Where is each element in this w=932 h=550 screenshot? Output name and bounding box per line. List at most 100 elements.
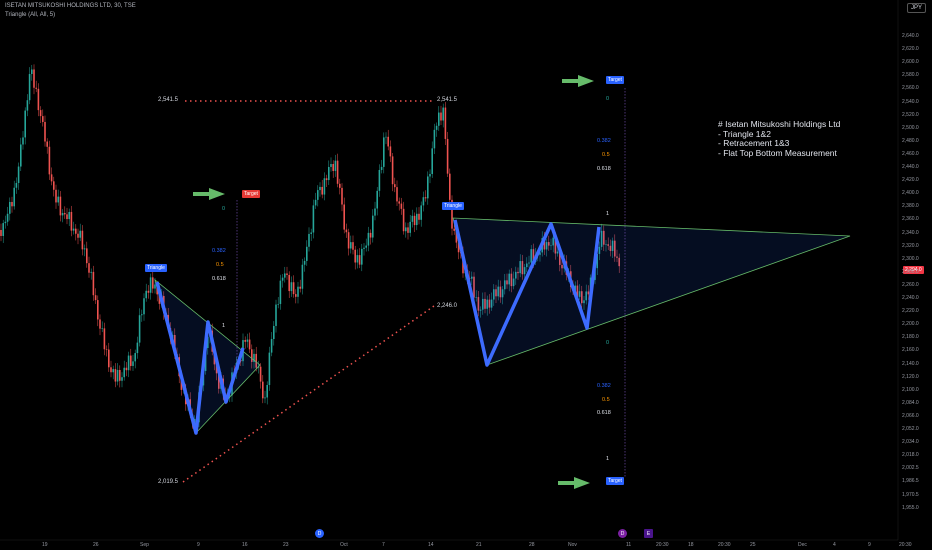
price-axis-label: 2,540.0 — [902, 98, 919, 105]
dividend-marker-icon-2[interactable]: D — [618, 529, 627, 538]
candle-body — [149, 277, 152, 293]
candle-body — [339, 183, 341, 188]
candle-body — [97, 300, 99, 320]
candle-body — [273, 325, 275, 340]
candle-body — [66, 214, 68, 220]
time-axis-label: Sep — [140, 542, 149, 548]
candle-body — [334, 160, 337, 171]
candle-body — [354, 249, 356, 263]
candle-body — [101, 328, 103, 329]
candle-body — [435, 125, 438, 130]
candle-body — [20, 144, 22, 167]
time-axis-label: 16 — [242, 542, 248, 548]
candle-body — [15, 182, 18, 188]
indicator-label[interactable]: Triangle (All, All, 5) — [5, 12, 55, 18]
fib2-618: 0.618 — [597, 166, 611, 172]
price-axis-label: 1,986.5 — [902, 478, 919, 485]
candle-body — [383, 137, 385, 167]
candle-body — [396, 187, 398, 202]
candle-body — [248, 339, 251, 350]
candle-body — [365, 245, 367, 248]
price-axis-label: 2,018.0 — [902, 452, 919, 459]
level-high-left: 2,541.5 — [158, 97, 179, 103]
candle-body — [341, 187, 343, 205]
candle-body — [35, 87, 37, 89]
candle-body — [127, 355, 130, 371]
candle-body — [105, 349, 108, 350]
target-2-label[interactable]: Target — [606, 76, 624, 84]
fib3-382: 0.382 — [597, 383, 611, 389]
candle-body — [33, 69, 35, 88]
candle-body — [114, 369, 117, 382]
candle-body — [68, 211, 70, 220]
candle-body — [319, 186, 321, 191]
candle-body — [130, 355, 132, 366]
level-mid: 2,246.0 — [437, 303, 458, 309]
fib2-5: 0.5 — [602, 152, 610, 158]
candle-body — [372, 215, 374, 238]
candle-body — [391, 156, 394, 185]
fib1-382: 0.382 — [212, 248, 226, 254]
fib3-5: 0.5 — [602, 397, 610, 403]
price-axis-label: 2,380.0 — [902, 203, 919, 210]
candle-body — [44, 121, 46, 142]
candle-body — [400, 203, 403, 209]
candle-body — [134, 353, 136, 362]
candle-body — [138, 315, 141, 343]
candle-body — [143, 298, 145, 315]
price-axis-label: 2,280.0 — [902, 268, 919, 275]
candle-body — [374, 208, 376, 216]
candle-body — [141, 314, 143, 316]
fib2-382: 0.382 — [597, 138, 611, 144]
candle-body — [424, 197, 427, 199]
triangle-2-label[interactable]: Triangle — [442, 202, 464, 210]
candle-body — [79, 230, 81, 238]
candle-body — [343, 204, 345, 230]
candle-body — [317, 190, 319, 200]
time-axis-label: 21 — [476, 542, 482, 548]
candle-body — [369, 232, 372, 238]
currency-button[interactable]: JPY — [906, 3, 926, 13]
earnings-marker-icon[interactable]: E — [644, 529, 653, 538]
dividend-marker-icon[interactable]: D — [315, 529, 324, 538]
target-3-label[interactable]: Target — [606, 477, 624, 485]
candle-body — [92, 271, 95, 296]
candle-body — [147, 290, 150, 293]
fib1-one: 1 — [222, 323, 226, 329]
candle-body — [422, 197, 425, 206]
candle-body — [292, 282, 295, 295]
candle-body — [407, 227, 409, 233]
candle-body — [290, 282, 293, 292]
candle-body — [356, 255, 359, 263]
candle-body — [2, 223, 4, 236]
time-axis-label: Oct — [340, 542, 348, 548]
candle-body — [444, 107, 447, 139]
candle-body — [37, 88, 40, 111]
price-axis-label: 2,034.0 — [902, 439, 919, 446]
candle-body — [83, 248, 86, 250]
triangle-1-label[interactable]: Triangle — [145, 264, 167, 272]
candle-body — [453, 228, 455, 231]
candle-body — [380, 166, 383, 170]
symbol-title[interactable]: ISETAN MITSUKOSHI HOLDINGS LTD, 30, TSE — [5, 3, 136, 9]
time-axis-label: 23 — [283, 542, 289, 548]
price-axis-label: 2,340.0 — [902, 229, 919, 236]
candle-body — [48, 146, 51, 175]
time-axis-label: 4 — [833, 542, 836, 548]
price-axis-label: 2,360.0 — [902, 216, 919, 223]
candle-body — [72, 228, 75, 231]
candle-body — [336, 160, 339, 184]
time-axis-label: 7 — [382, 542, 385, 548]
candle-body — [39, 110, 42, 117]
candle-body — [125, 367, 128, 371]
candle-body — [310, 232, 312, 234]
candle-body — [312, 205, 315, 233]
candle-body — [286, 273, 288, 275]
candle-body — [110, 367, 112, 373]
target-1-label[interactable]: Target — [242, 190, 260, 198]
candle-body — [314, 199, 317, 206]
time-axis-label: 20:30 — [899, 542, 912, 548]
price-chart[interactable] — [0, 0, 932, 550]
price-axis-label: 2,002.5 — [902, 465, 919, 472]
candle-body — [378, 169, 381, 191]
